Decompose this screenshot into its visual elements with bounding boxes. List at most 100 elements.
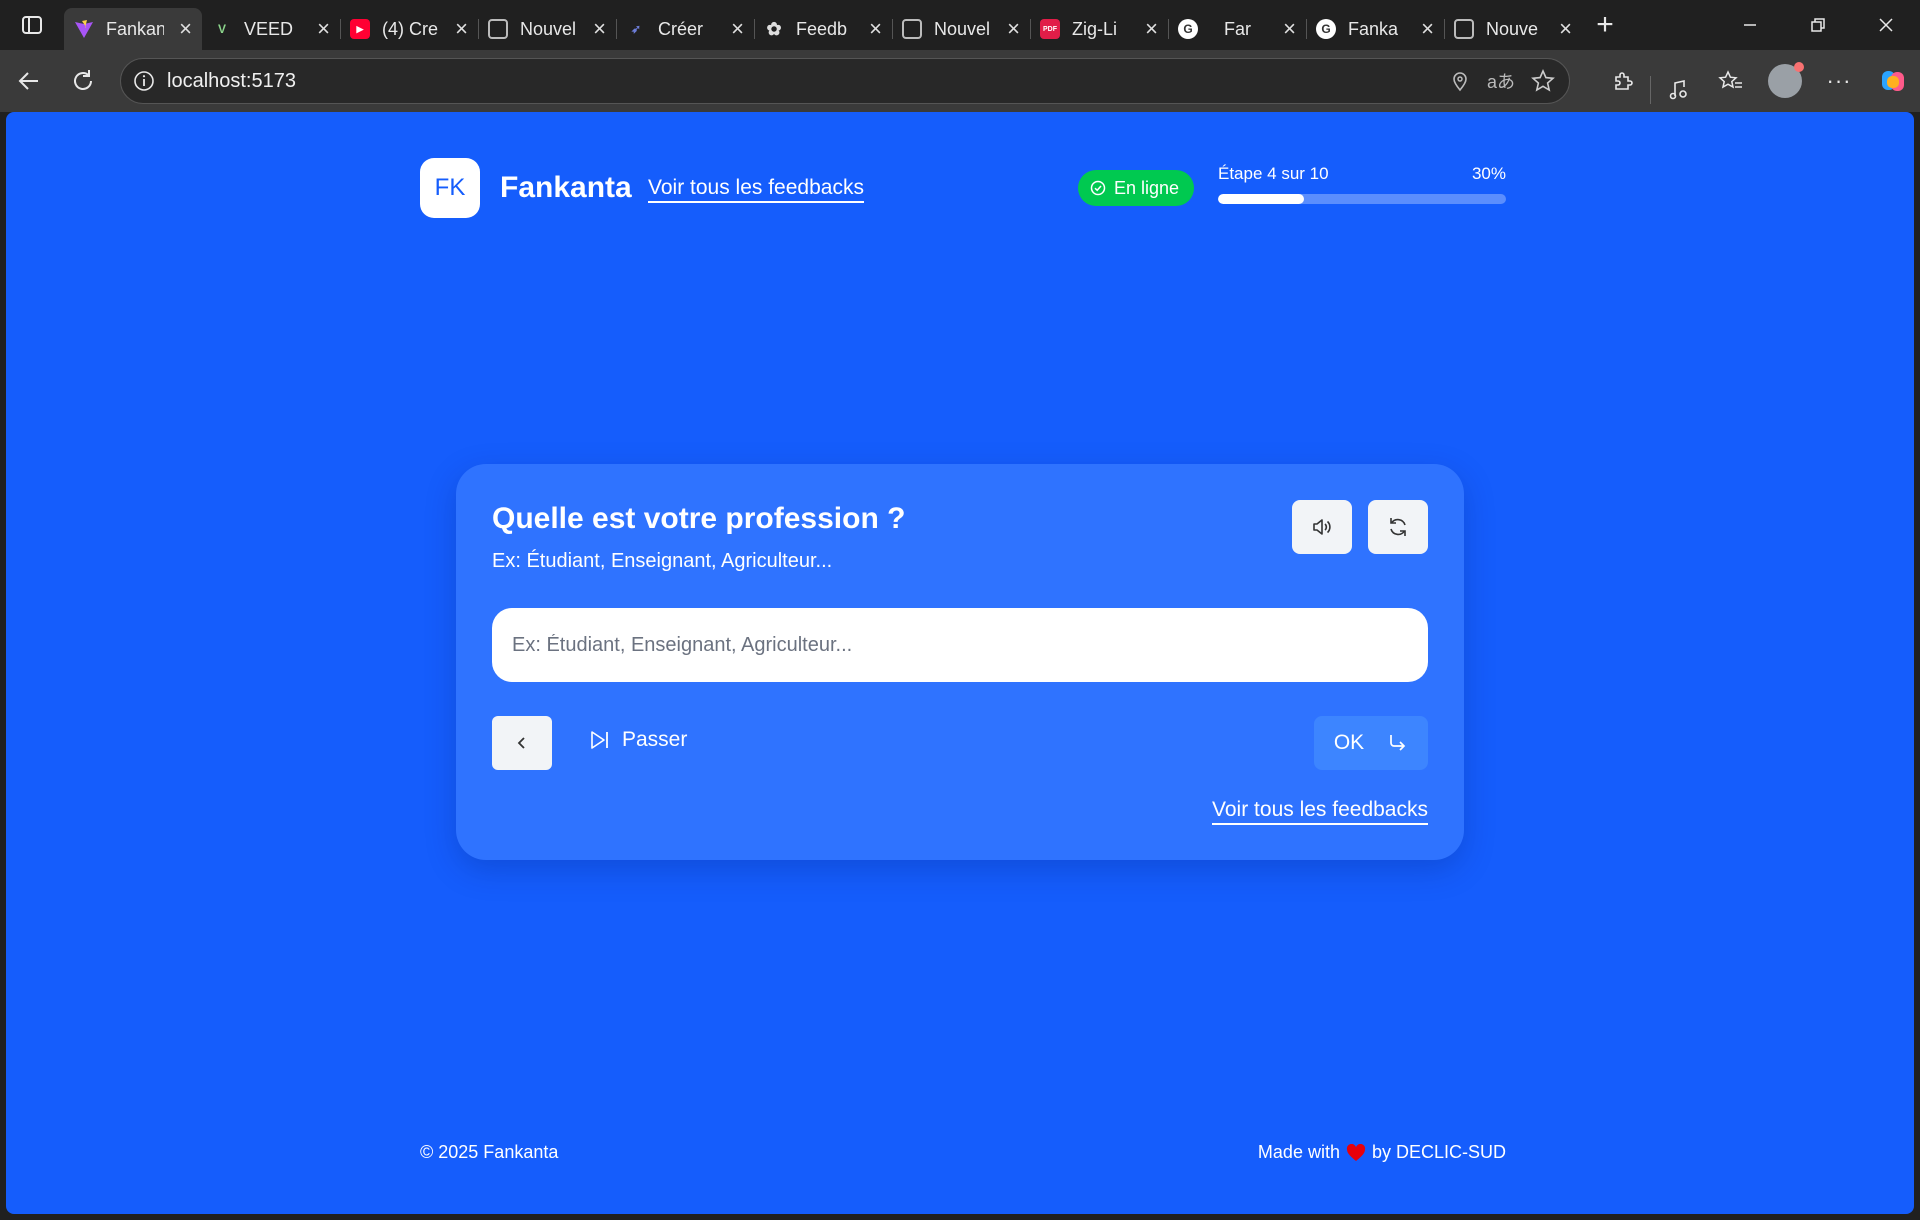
close-tab-icon[interactable]: × bbox=[1145, 18, 1158, 40]
close-tab-icon[interactable]: × bbox=[1421, 18, 1434, 40]
progress-fill bbox=[1218, 194, 1305, 204]
youtube-icon: ▶ bbox=[350, 19, 370, 39]
tab-pdf[interactable]: PDF Zig-Li × bbox=[1030, 8, 1169, 50]
refresh-icon bbox=[1390, 518, 1406, 536]
minimize-icon bbox=[1744, 24, 1756, 26]
address-bar[interactable]: localhost:5173 aあ bbox=[120, 58, 1570, 104]
tab-actions-button[interactable] bbox=[0, 0, 64, 50]
previous-button[interactable] bbox=[492, 716, 552, 770]
brand-name: Fankanta bbox=[500, 171, 632, 204]
tab-far[interactable]: G Far × bbox=[1168, 8, 1307, 50]
view-feedbacks-link[interactable]: Voir tous les feedbacks bbox=[648, 176, 864, 203]
more-menu-button[interactable]: ··· bbox=[1812, 50, 1866, 112]
close-tab-icon[interactable]: × bbox=[179, 18, 192, 40]
close-tab-icon[interactable]: × bbox=[317, 18, 330, 40]
tab-fanka[interactable]: G Fanka × bbox=[1306, 8, 1445, 50]
footer: © 2025 Fankanta Made with by DECLIC-SUD bbox=[420, 1142, 1506, 1163]
percent-label: 30% bbox=[1471, 164, 1506, 183]
tab-strip: Fankanta × V VEED × ▶ (4) Cre × Nouvel ×… bbox=[0, 0, 1920, 50]
question-subtitle: Ex: Étudiant, Enseignant, Agriculteur... bbox=[492, 550, 833, 572]
tab-feedback[interactable]: ✿ Feedb × bbox=[754, 8, 893, 50]
close-tab-icon[interactable]: × bbox=[593, 18, 606, 40]
ok-button[interactable]: OK bbox=[1314, 716, 1428, 770]
new-tab-button[interactable]: + bbox=[1582, 0, 1628, 50]
close-tab-icon[interactable]: × bbox=[1283, 18, 1296, 40]
close-tab-icon[interactable]: × bbox=[731, 18, 744, 40]
view-feedbacks-link-card[interactable]: Voir tous les feedbacks bbox=[1212, 798, 1428, 825]
window-controls bbox=[1716, 0, 1920, 50]
translate-icon[interactable]: aあ bbox=[1487, 68, 1515, 94]
page-icon bbox=[488, 19, 508, 39]
music-note-icon bbox=[1669, 79, 1687, 99]
tab-title: Nouvel bbox=[934, 18, 991, 39]
tab-title: (4) Cre bbox=[382, 18, 439, 39]
read-aloud-button[interactable] bbox=[1292, 500, 1352, 554]
openai-icon: ✿ bbox=[766, 18, 782, 39]
close-tab-icon[interactable]: × bbox=[1559, 18, 1572, 40]
reload-button[interactable] bbox=[56, 50, 110, 112]
progress: Étape 4 sur 10 30% bbox=[1218, 164, 1506, 204]
tab-new-3[interactable]: Nouve × bbox=[1444, 8, 1582, 50]
close-window-button[interactable] bbox=[1852, 0, 1920, 50]
heart-icon bbox=[1346, 1143, 1366, 1161]
tab-creer[interactable]: ➶ Créer × bbox=[616, 8, 755, 50]
profession-input[interactable] bbox=[492, 608, 1428, 682]
tab-new-2[interactable]: Nouvel × bbox=[892, 8, 1031, 50]
made-with-text: Made with bbox=[1257, 1142, 1340, 1162]
by-text: by DECLIC-SUD bbox=[1371, 1142, 1506, 1162]
tab-actions-icon bbox=[22, 16, 42, 34]
tab-title: Far bbox=[1224, 18, 1251, 39]
address-bar-actions: aあ bbox=[1449, 68, 1555, 94]
ok-label: OK bbox=[1333, 731, 1365, 754]
page-icon bbox=[902, 19, 922, 39]
close-icon bbox=[1879, 18, 1893, 32]
copilot-button[interactable] bbox=[1866, 50, 1920, 112]
skip-forward-icon bbox=[591, 731, 608, 749]
navigation-bar: localhost:5173 aあ ··· bbox=[0, 50, 1920, 112]
favorites-button[interactable] bbox=[1704, 50, 1758, 112]
tab-new-1[interactable]: Nouvel × bbox=[478, 8, 617, 50]
close-tab-icon[interactable]: × bbox=[455, 18, 468, 40]
speaker-icon bbox=[1313, 519, 1331, 535]
restore-button[interactable] bbox=[1784, 0, 1852, 50]
reload-icon bbox=[74, 70, 92, 90]
restore-icon bbox=[1811, 18, 1825, 32]
logo: FK bbox=[420, 158, 480, 218]
skip-label: Passer bbox=[622, 728, 688, 751]
media-button[interactable] bbox=[1650, 75, 1704, 104]
favorite-star-icon[interactable] bbox=[1531, 69, 1555, 93]
arrow-left-icon bbox=[18, 72, 38, 90]
tab-title: Nouvel bbox=[520, 18, 577, 39]
app-header: FK Fankanta Voir tous les feedbacks En l… bbox=[420, 158, 1506, 218]
question-card: Quelle est votre profession ? Ex: Étudia… bbox=[456, 464, 1464, 860]
vite-icon bbox=[74, 19, 94, 39]
chevron-left-icon bbox=[517, 737, 525, 749]
close-tab-icon[interactable]: × bbox=[1007, 18, 1020, 40]
veed-icon: V bbox=[217, 22, 226, 36]
bird-icon: ➶ bbox=[630, 22, 642, 36]
info-icon[interactable] bbox=[133, 70, 155, 92]
location-icon[interactable] bbox=[1449, 70, 1471, 92]
check-circle-icon bbox=[1090, 180, 1106, 196]
refresh-button[interactable] bbox=[1368, 500, 1428, 554]
favorites-list-icon bbox=[1718, 70, 1742, 89]
tab-title: Créer bbox=[658, 18, 704, 39]
tab-fankanta[interactable]: Fankanta × bbox=[64, 8, 202, 50]
close-tab-icon[interactable]: × bbox=[869, 18, 882, 40]
page-icon bbox=[1454, 19, 1474, 39]
url-text: localhost:5173 bbox=[167, 69, 296, 92]
back-nav-button[interactable] bbox=[2, 50, 56, 112]
extensions-button[interactable] bbox=[1596, 50, 1650, 112]
tab-title: Nouve bbox=[1486, 18, 1539, 39]
skip-button[interactable]: Passer bbox=[588, 728, 687, 752]
tab-title: Zig-Li bbox=[1072, 18, 1118, 39]
google-icon: G bbox=[1316, 19, 1336, 39]
minimize-button[interactable] bbox=[1716, 0, 1784, 50]
tab-veed[interactable]: V VEED × bbox=[202, 8, 341, 50]
made-with: Made with by DECLIC-SUD bbox=[1258, 1142, 1506, 1163]
toolbar-actions: ··· bbox=[1596, 50, 1920, 112]
tab-title: VEED bbox=[244, 18, 294, 39]
pdf-icon: PDF bbox=[1040, 19, 1060, 39]
tab-youtube[interactable]: ▶ (4) Cre × bbox=[340, 8, 479, 50]
profile-button[interactable] bbox=[1758, 50, 1812, 112]
